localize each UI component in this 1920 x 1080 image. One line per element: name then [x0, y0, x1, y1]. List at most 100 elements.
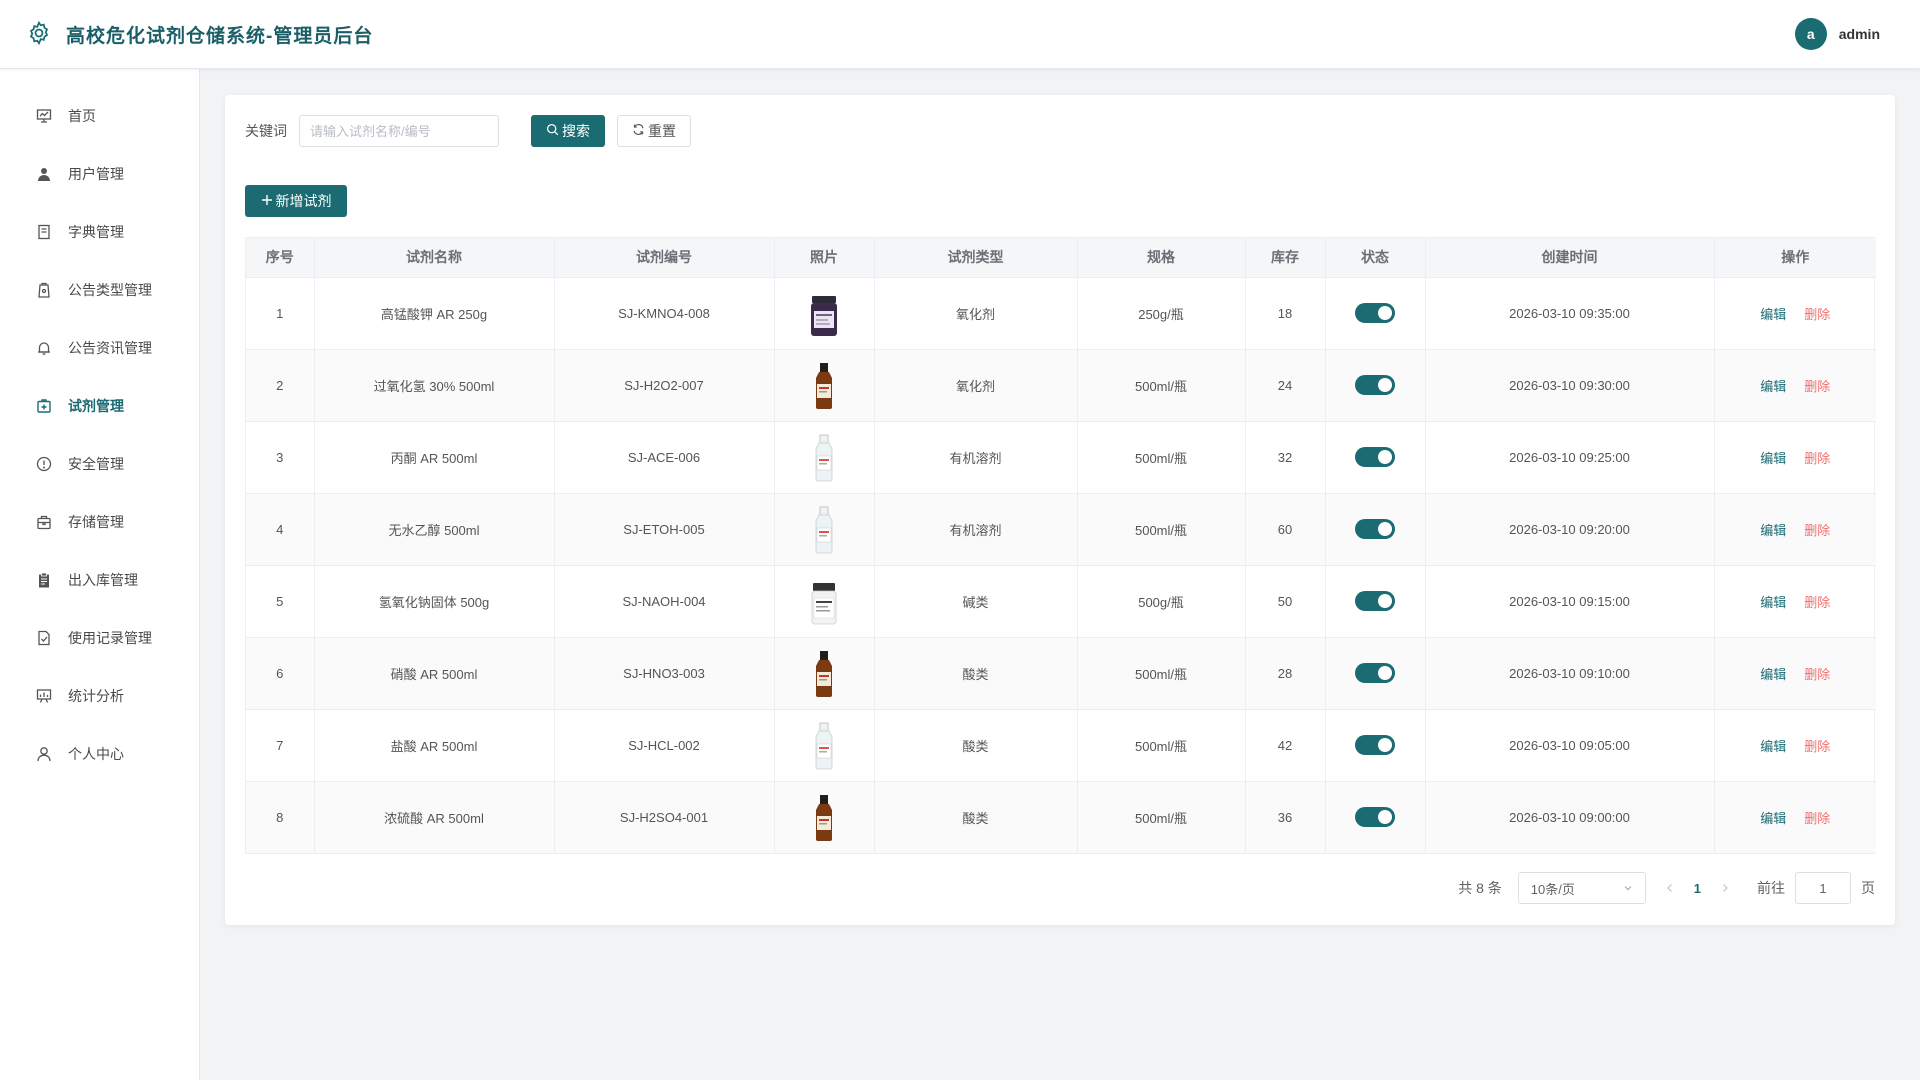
gear-icon[interactable] — [26, 20, 52, 49]
cell-name: 盐酸 AR 500ml — [314, 709, 555, 782]
reset-button[interactable]: 重置 — [617, 115, 691, 147]
edit-link[interactable]: 编辑 — [1760, 595, 1786, 610]
status-toggle[interactable] — [1355, 303, 1395, 323]
cell-spec: 500ml/瓶 — [1077, 421, 1246, 494]
reagent-photo[interactable] — [804, 790, 844, 842]
sidebar-item-8[interactable]: 存储管理 — [0, 493, 199, 551]
cell-stock: 50 — [1245, 565, 1326, 638]
user-icon — [36, 166, 52, 182]
keyword-label: 关键词 — [245, 123, 287, 139]
column-header: 状态 — [1325, 238, 1426, 278]
sidebar-item-3[interactable]: 字典管理 — [0, 203, 199, 261]
delete-link[interactable]: 删除 — [1804, 595, 1830, 610]
cell-stock: 18 — [1245, 277, 1326, 350]
sidebar-item-2[interactable]: 用户管理 — [0, 145, 199, 203]
delete-link[interactable]: 删除 — [1804, 811, 1830, 826]
sidebar-item-11[interactable]: 统计分析 — [0, 667, 199, 725]
cell-created: 2026-03-10 09:05:00 — [1425, 709, 1715, 782]
cell-status — [1325, 781, 1426, 853]
status-toggle[interactable] — [1355, 519, 1395, 539]
edit-link[interactable]: 编辑 — [1760, 667, 1786, 682]
status-toggle[interactable] — [1355, 663, 1395, 683]
cell-photo — [774, 421, 875, 494]
user-menu[interactable]: a admin — [1794, 18, 1880, 50]
cell-photo — [774, 781, 875, 853]
cell-status — [1325, 637, 1426, 710]
chevron-down-icon — [1623, 881, 1633, 896]
reagent-photo[interactable] — [804, 430, 844, 482]
reagent-photo[interactable] — [804, 358, 844, 410]
sidebar-item-label: 字典管理 — [68, 224, 124, 240]
page-number-current[interactable]: 1 — [1694, 881, 1701, 896]
cell-stock: 42 — [1245, 709, 1326, 782]
cell-index: 2 — [246, 349, 315, 422]
edit-link[interactable]: 编辑 — [1760, 307, 1786, 322]
reagent-photo[interactable] — [804, 646, 844, 698]
edit-link[interactable]: 编辑 — [1760, 523, 1786, 538]
sidebar-item-6[interactable]: 试剂管理 — [0, 377, 199, 435]
page-size-select[interactable]: 10条/页 — [1517, 872, 1646, 904]
status-toggle[interactable] — [1355, 591, 1395, 611]
cell-code: SJ-ETOH-005 — [554, 493, 775, 566]
sidebar-item-7[interactable]: 安全管理 — [0, 435, 199, 493]
delete-link[interactable]: 删除 — [1804, 379, 1830, 394]
cell-photo — [774, 565, 875, 638]
total-count: 共 8 条 — [1458, 880, 1502, 896]
username[interactable]: admin — [1839, 26, 1880, 42]
avatar[interactable]: a — [1794, 18, 1827, 50]
status-toggle[interactable] — [1355, 807, 1395, 828]
sidebar-item-1[interactable]: 首页 — [0, 87, 199, 145]
cell-status — [1325, 349, 1426, 422]
reagent-photo[interactable] — [804, 718, 844, 770]
delete-link[interactable]: 删除 — [1804, 739, 1830, 754]
status-toggle[interactable] — [1355, 375, 1395, 395]
top-header: 高校危化试剂仓储系统-管理员后台 a admin — [0, 0, 1920, 69]
cell-stock: 32 — [1245, 421, 1326, 494]
status-toggle[interactable] — [1355, 735, 1395, 755]
add-reagent-label: 新增试剂 — [275, 193, 332, 209]
pagination: 共 8 条 10条/页 1 前往 页 — [1458, 872, 1875, 904]
sidebar-item-9[interactable]: 出入库管理 — [0, 551, 199, 609]
next-page-icon[interactable] — [1721, 881, 1729, 896]
column-header: 库存 — [1245, 238, 1326, 278]
delete-link[interactable]: 删除 — [1804, 667, 1830, 682]
table-row: 2 过氧化氢 30% 500ml SJ-H2O2-007 氧化剂 500ml/瓶 24 20… — [246, 349, 1876, 422]
sidebar-item-label: 首页 — [68, 108, 96, 124]
cell-index: 5 — [246, 565, 315, 638]
refresh-icon — [632, 123, 645, 139]
edit-link[interactable]: 编辑 — [1760, 811, 1786, 826]
search-icon — [546, 123, 559, 139]
reagent-photo[interactable] — [804, 502, 844, 554]
sidebar-item-10[interactable]: 使用记录管理 — [0, 609, 199, 667]
reagent-photo[interactable] — [804, 286, 844, 338]
status-toggle[interactable] — [1355, 447, 1395, 467]
cell-name: 硝酸 AR 500ml — [314, 637, 555, 710]
cell-stock: 24 — [1245, 349, 1326, 422]
search-button[interactable]: 搜索 — [531, 115, 605, 147]
dictionary-icon — [36, 224, 52, 240]
cell-name: 丙酮 AR 500ml — [314, 421, 555, 494]
cell-actions: 编辑 删除 — [1714, 637, 1876, 710]
edit-link[interactable]: 编辑 — [1760, 379, 1786, 394]
delete-link[interactable]: 删除 — [1804, 307, 1830, 322]
cell-stock: 28 — [1245, 637, 1326, 710]
sidebar-item-label: 个人中心 — [68, 746, 124, 762]
edit-link[interactable]: 编辑 — [1760, 739, 1786, 754]
sidebar-item-label: 存储管理 — [68, 514, 124, 530]
cell-type: 碱类 — [874, 565, 1078, 638]
sidebar-item-12[interactable]: 个人中心 — [0, 725, 199, 783]
sidebar-item-5[interactable]: 公告资讯管理 — [0, 319, 199, 377]
keyword-input[interactable] — [299, 115, 499, 147]
delete-link[interactable]: 删除 — [1804, 451, 1830, 466]
delete-link[interactable]: 删除 — [1804, 523, 1830, 538]
add-reagent-button[interactable]: 新增试剂 — [245, 185, 347, 217]
goto-page-input[interactable] — [1795, 872, 1851, 904]
reagent-photo[interactable] — [804, 574, 844, 626]
bell-icon — [36, 340, 52, 356]
column-header: 照片 — [774, 238, 875, 278]
sidebar-item-4[interactable]: 公告类型管理 — [0, 261, 199, 319]
goto-label: 前往 — [1757, 880, 1785, 896]
edit-link[interactable]: 编辑 — [1760, 451, 1786, 466]
prev-page-icon[interactable] — [1666, 881, 1674, 896]
cell-spec: 500ml/瓶 — [1077, 709, 1246, 782]
